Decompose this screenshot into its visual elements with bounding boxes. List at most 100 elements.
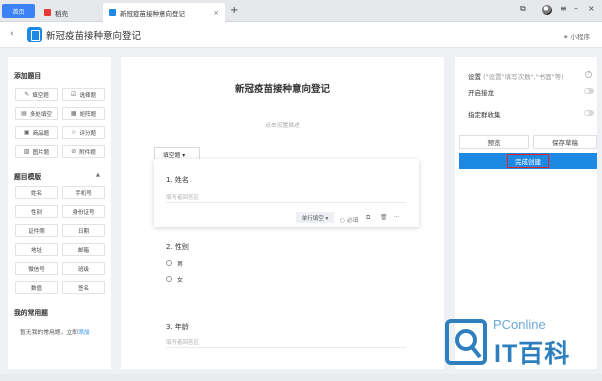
common-hint-text: 暂无我的常用题，立即 [20, 330, 78, 336]
tab-form-label: 新冠疫苗接种意向登记 [120, 9, 185, 18]
pencil-icon: ✎ [24, 91, 30, 98]
question-card-active[interactable]: 1. 姓名 填写者回答区 单行填空 ▾ ○ 必填 ⧉ 🗑 ··· [154, 159, 419, 227]
question-panel: 添加题目 ✎ 填空题 ☑ 选择题 ▤ 多处填空 ▦ 矩阵题 ▣ 商品题 ☆ 评分题 ▨ 图片题… [8, 57, 111, 369]
pconline-watermark: PConline IT百科 [443, 315, 593, 370]
tab-close-icon[interactable]: × [213, 9, 219, 17]
settings-title: 设置 ("设置"填写次数","书面"等) [468, 71, 564, 81]
watermark-brand: PConline [493, 317, 546, 332]
template-gender[interactable]: 性别 [15, 205, 58, 218]
template-date[interactable]: 日期 [62, 224, 105, 237]
copy-icon[interactable]: ⧉ [366, 215, 370, 222]
add-common-link[interactable]: 添加 [78, 330, 90, 336]
qtype-label: 多处填空 [29, 111, 52, 118]
reading-mode-icon[interactable]: ⧉ [520, 4, 526, 14]
more-icon[interactable]: ··· [394, 215, 400, 221]
option-male: 男 [177, 261, 184, 268]
app-header: ‹ 新冠疫苗接种意向登记 ⚭ 小程序 [0, 22, 602, 48]
common-empty-hint: 暂无我的常用题，立即添加 [20, 327, 90, 336]
template-phone[interactable]: 手机号 [62, 186, 105, 199]
mini-program-link[interactable]: ⚭ 小程序 [563, 31, 590, 41]
required-label: 必填 [346, 218, 359, 224]
radio-male[interactable] [166, 260, 172, 266]
template-title: 题目模版 [14, 173, 42, 181]
back-icon[interactable]: ‹ [10, 29, 14, 39]
question-1-answer: 填写者回答区 [166, 192, 406, 203]
docer-favicon-icon [44, 9, 51, 16]
form-favicon-icon [109, 9, 116, 16]
horizontal-scrollbar[interactable] [0, 374, 602, 381]
watermark-name: IT百科 [494, 340, 571, 368]
open-link-toggle[interactable] [584, 88, 594, 94]
option-female: 女 [177, 277, 184, 284]
qtype-label: 图片题 [32, 149, 50, 156]
fill-blank-button[interactable]: ✎ 填空题 [15, 88, 58, 101]
minimize-icon[interactable]: – [574, 4, 578, 13]
qtype-label: 附件题 [79, 149, 96, 156]
assign-collect-label: 指定群收集 [468, 111, 501, 119]
question-3-label[interactable]: 3. 年龄 [166, 322, 189, 332]
attachment-button[interactable]: ⊘ 附件题 [62, 145, 105, 158]
question-3-answer: 填写者回答区 [166, 337, 406, 348]
rating-button[interactable]: ☆ 评分题 [62, 126, 105, 139]
template-id-photo[interactable]: 证件照 [15, 224, 58, 237]
template-address[interactable]: 地址 [15, 243, 58, 256]
mini-program-label: 小程序 [570, 33, 591, 41]
matrix-button[interactable]: ▦ 矩阵题 [62, 107, 105, 120]
template-email[interactable]: 邮箱 [62, 243, 105, 256]
tab-docer-label: 稻壳 [55, 9, 68, 18]
question-2-label[interactable]: 2. 性别 [166, 242, 189, 252]
page-title: 新冠疫苗接种意向登记 [46, 31, 142, 42]
collapse-icon[interactable]: ▲ [96, 172, 100, 178]
delete-icon[interactable]: 🗑 [380, 215, 387, 221]
template-id-number[interactable]: 身份证号 [62, 205, 105, 218]
tab-docer[interactable]: 稻壳 [38, 3, 102, 22]
checkbox-icon: ☑ [71, 91, 77, 98]
template-signature[interactable]: 签名 [62, 281, 105, 294]
template-class[interactable]: 班级 [62, 262, 105, 275]
radio-female[interactable] [166, 276, 172, 282]
paperclip-icon: ⊘ [71, 148, 77, 155]
template-name[interactable]: 姓名 [15, 186, 58, 199]
tab-form[interactable]: 新冠疫苗接种意向登记 × [103, 3, 225, 22]
form-logo-icon [27, 27, 42, 42]
assign-collect-toggle[interactable] [584, 110, 594, 116]
choice-button[interactable]: ☑ 选择题 [62, 88, 105, 101]
pconline-logo-icon [445, 319, 487, 365]
image-button[interactable]: ▨ 图片题 [15, 145, 58, 158]
qtype-label: 评分题 [79, 130, 96, 137]
add-question-title: 添加题目 [14, 72, 42, 80]
form-title[interactable]: 新冠疫苗接种意向登记 [121, 81, 444, 95]
image-icon: ▨ [23, 148, 30, 155]
qtype-label: 矩阵题 [79, 111, 97, 118]
form-canvas: 新冠疫苗接种意向登记 点击设置描述 填空题 ▾ ⠿ 1. 姓名 填写者回答区 单… [121, 57, 444, 369]
matrix-icon: ▦ [70, 110, 77, 117]
multi-blank-icon: ▤ [21, 110, 27, 117]
tab-home[interactable]: 首页 [2, 4, 35, 18]
new-tab-icon[interactable]: + [230, 5, 238, 16]
menu-icon[interactable]: ≡ [560, 4, 567, 13]
settings-label: 设置 [468, 73, 481, 81]
qtype-label: 商品题 [32, 130, 50, 137]
settings-hint: ("设置"填写次数","书面"等) [483, 73, 564, 81]
qtype-label: 填空题 [32, 92, 49, 99]
common-questions-title: 我的常用题 [14, 309, 48, 317]
finish-create-label: 完成创建 [507, 154, 549, 168]
multi-blank-button[interactable]: ▤ 多处填空 [15, 107, 58, 120]
product-button[interactable]: ▣ 商品题 [15, 126, 58, 139]
open-link-label: 开启接龙 [468, 89, 494, 97]
browser-tab-bar: 首页 稻壳 新冠疫苗接种意向登记 × + ⧉ ≡ – × [0, 0, 602, 22]
template-number[interactable]: 数值 [15, 281, 58, 294]
template-wechat[interactable]: 微信号 [15, 262, 58, 275]
form-description[interactable]: 点击设置描述 [121, 120, 444, 129]
finish-create-button[interactable]: 完成创建 [459, 153, 597, 169]
tab-home-label: 首页 [12, 8, 25, 16]
fill-mode-select[interactable]: 单行填空 ▾ [296, 212, 334, 223]
window-close-icon[interactable]: × [588, 4, 595, 13]
question-1-label[interactable]: 1. 姓名 [166, 175, 189, 185]
user-avatar[interactable] [542, 5, 552, 15]
preview-button[interactable]: 预览 [459, 135, 529, 149]
star-icon: ☆ [71, 129, 77, 136]
required-toggle[interactable]: ○ 必填 [340, 215, 359, 224]
save-draft-button[interactable]: 保存草稿 [533, 135, 597, 149]
info-icon[interactable]: ? [585, 71, 592, 78]
